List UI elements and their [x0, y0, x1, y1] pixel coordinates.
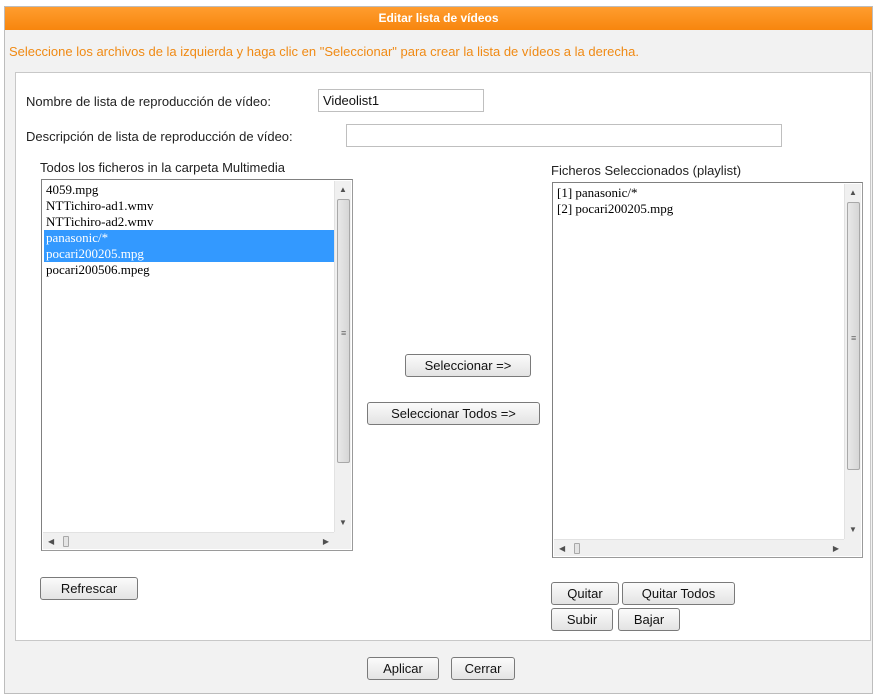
all-files-listbox[interactable]: 4059.mpg NTTichiro-ad1.wmv NTTichiro-ad2.w… [41, 179, 353, 551]
list-item[interactable]: NTTichiro-ad2.wmv [44, 214, 334, 230]
vertical-scroll-thumb[interactable]: ≡ [337, 199, 350, 463]
list-item[interactable]: 4059.mpg [44, 182, 334, 198]
all-files-vertical-scrollbar[interactable]: ▲ ≡ ▼ [334, 181, 351, 532]
vertical-scroll-thumb[interactable]: ≡ [847, 202, 860, 470]
scroll-right-arrow-icon[interactable]: ▶ [833, 544, 839, 554]
selected-files-label: Ficheros Seleccionados (playlist) [551, 163, 742, 178]
form-panel: Nombre de lista de reproducción de vídeo… [15, 72, 871, 641]
scroll-right-arrow-icon[interactable]: ▶ [323, 537, 329, 547]
remove-all-button[interactable]: Quitar Todos [622, 582, 735, 605]
remove-button[interactable]: Quitar [551, 582, 619, 605]
horizontal-scroll-thumb[interactable] [63, 536, 69, 547]
all-files-label: Todos los ficheros in la carpeta Multime… [40, 160, 285, 175]
playlist-description-input[interactable] [346, 124, 782, 147]
selected-files-listbox[interactable]: [1] panasonic/* [2] pocari200205.mpg ▲ ≡ … [552, 182, 863, 558]
list-item[interactable]: NTTichiro-ad1.wmv [44, 198, 334, 214]
list-item[interactable]: [1] panasonic/* [555, 185, 844, 201]
list-item[interactable]: [2] pocari200205.mpg [555, 201, 844, 217]
edit-video-list-dialog: Editar lista de vídeos Seleccione los ar… [4, 6, 873, 694]
scroll-corner [844, 539, 861, 556]
close-button[interactable]: Cerrar [451, 657, 515, 680]
selected-files-horizontal-scrollbar[interactable]: ◀ ▶ [554, 539, 844, 556]
list-item[interactable]: pocari200205.mpg [44, 246, 334, 262]
move-down-button[interactable]: Bajar [618, 608, 680, 631]
selected-files-vertical-scrollbar[interactable]: ▲ ≡ ▼ [844, 184, 861, 539]
playlist-name-input[interactable] [318, 89, 484, 112]
list-item[interactable]: pocari200506.mpeg [44, 262, 334, 278]
apply-button[interactable]: Aplicar [367, 657, 439, 680]
scroll-left-arrow-icon[interactable]: ◀ [559, 544, 565, 554]
scroll-down-arrow-icon[interactable]: ▼ [849, 525, 857, 535]
move-up-button[interactable]: Subir [551, 608, 613, 631]
playlist-description-label: Descripción de lista de reproducción de … [26, 129, 293, 144]
select-all-button[interactable]: Seleccionar Todos => [367, 402, 540, 425]
scroll-up-arrow-icon[interactable]: ▲ [339, 185, 347, 195]
playlist-name-label: Nombre de lista de reproducción de vídeo… [26, 94, 271, 109]
dialog-title: Editar lista de vídeos [5, 7, 872, 30]
refresh-button[interactable]: Refrescar [40, 577, 138, 600]
selected-files-items: [1] panasonic/* [2] pocari200205.mpg [555, 185, 844, 217]
scroll-grip-icon: ≡ [341, 328, 347, 338]
scroll-up-arrow-icon[interactable]: ▲ [849, 188, 857, 198]
instructions-text: Seleccione los archivos de la izquierda … [9, 44, 639, 59]
all-files-items: 4059.mpg NTTichiro-ad1.wmv NTTichiro-ad2.w… [44, 182, 334, 278]
all-files-horizontal-scrollbar[interactable]: ◀ ▶ [43, 532, 334, 549]
horizontal-scroll-thumb[interactable] [574, 543, 580, 554]
list-item[interactable]: panasonic/* [44, 230, 334, 246]
scroll-down-arrow-icon[interactable]: ▼ [339, 518, 347, 528]
scroll-corner [334, 532, 351, 549]
scroll-left-arrow-icon[interactable]: ◀ [48, 537, 54, 547]
scroll-grip-icon: ≡ [851, 333, 857, 343]
select-button[interactable]: Seleccionar => [405, 354, 531, 377]
